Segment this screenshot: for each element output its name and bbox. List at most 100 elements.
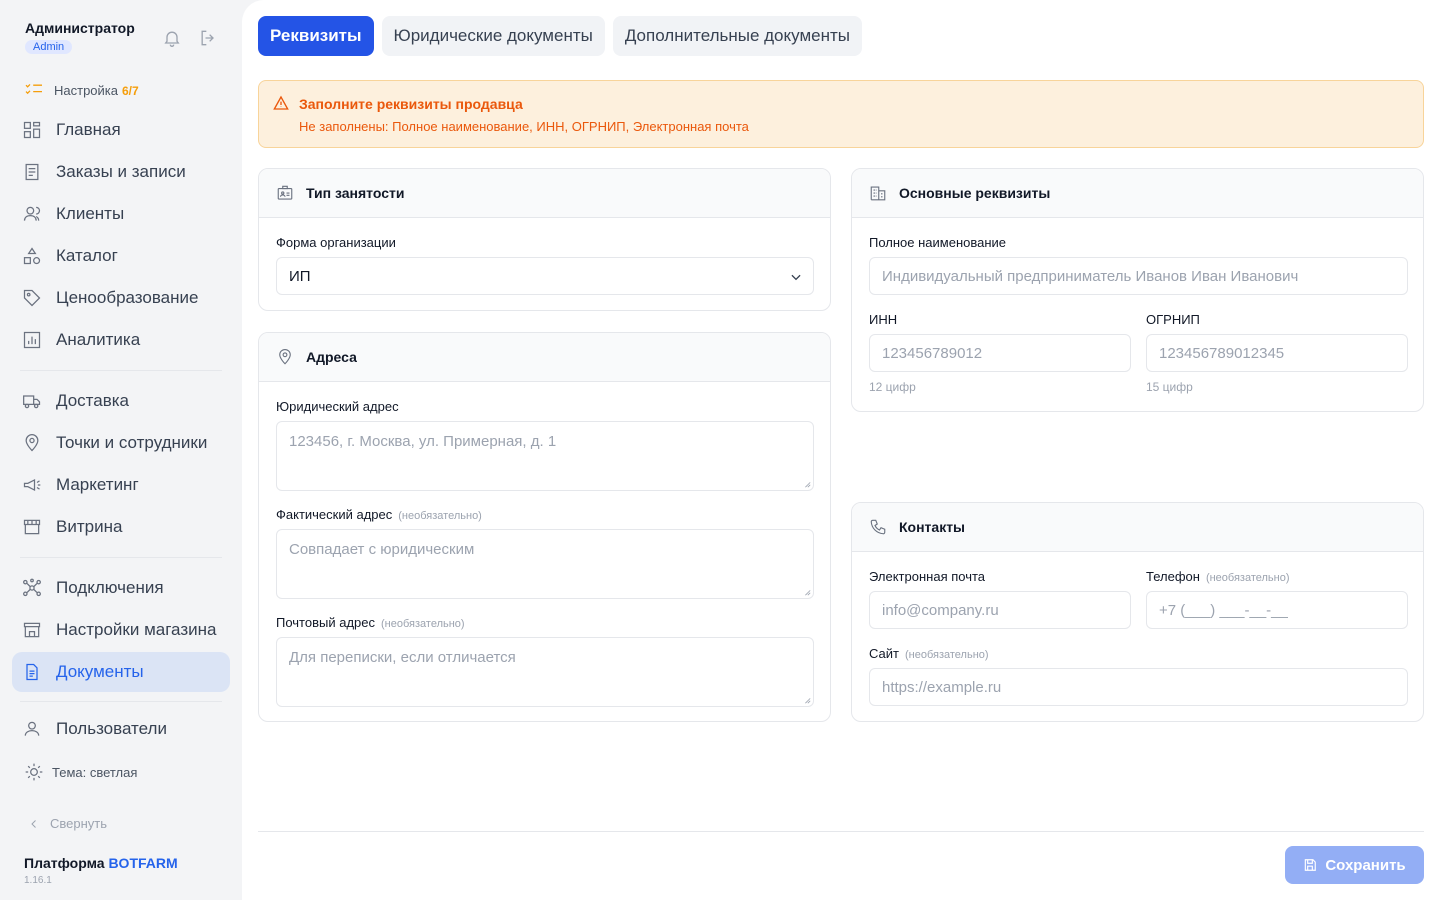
card-header: Тип занятости [259,169,830,218]
nav-label: Каталог [56,246,118,265]
actual-address-placeholder: Совпадает с юридическим [289,541,475,558]
optional-note: (необязательно) [398,510,482,522]
map-pin-icon [25,434,39,452]
site-label-text: Сайт [869,646,899,661]
postal-address-input[interactable]: Для переписки, если отличается [276,637,814,707]
phone-label-text: Телефон [1146,569,1200,584]
grid-icon [23,121,41,139]
nav-label: Клиенты [56,204,125,223]
sidebar: Администратор Admin Настройка 6/7 Главная… [0,0,242,900]
nav-label: Главная [56,120,121,139]
tab-requisites[interactable]: Реквизиты [258,16,374,56]
nav-item-documents[interactable]: Документы [12,652,230,692]
org-form-label: Форма организации [276,235,396,250]
org-form-value: ИП [289,267,311,285]
nav-item-catalog[interactable]: Каталог [12,236,230,276]
requisites-card: Основные реквизиты Полное наименование И… [851,168,1424,412]
platform-name: Платформа BOTFARM [24,855,178,871]
card-title: Адреса [306,349,357,365]
resize-handle-icon[interactable] [803,480,811,488]
nav-item-home[interactable]: Главная [12,110,230,150]
theme-label: Тема: светлая [52,764,138,780]
save-icon [1305,859,1317,871]
nav-item-pricing[interactable]: Ценообразование [12,278,230,318]
truck-icon [23,395,41,409]
nav-label: Ценообразование [56,288,199,307]
platform-version: 1.16.1 [24,875,52,886]
platform-brand: BOTFARM [108,855,178,871]
nav-label: Точки и сотрудники [56,433,208,452]
site-field[interactable]: https://example.ru [869,668,1408,706]
inn-input[interactable]: 123456789012 [869,334,1131,372]
nav-item-delivery[interactable]: Доставка [12,381,230,421]
setup-progress[interactable]: Настройка 6/7 [24,82,139,98]
logout-icon[interactable] [198,28,218,48]
nav-item-orders[interactable]: Заказы и записи [12,152,230,192]
network-icon [23,578,41,597]
inn-hint: 12 цифр [869,380,916,394]
legal-address-input[interactable]: 123456, г. Москва, ул. Примерная, д. 1 [276,421,814,491]
nav-item-store-settings[interactable]: Настройки магазина [12,610,230,650]
collapse-button[interactable]: Свернуть [28,816,107,831]
user-name: Администратор [25,20,135,36]
chart-icon [23,331,41,349]
alert-title: Заполните реквизиты продавца [299,96,523,112]
map-pin-icon [279,349,291,365]
warning-alert: Заполните реквизиты продавца Не заполнен… [258,80,1424,148]
nav-item-marketing[interactable]: Маркетинг [12,465,230,505]
theme-toggle[interactable]: Тема: светлая [24,762,137,782]
resize-handle-icon[interactable] [803,696,811,704]
building-icon [870,186,886,201]
email-label: Электронная почта [869,569,986,584]
card-title: Контакты [899,519,966,535]
email-field[interactable]: info@company.ru [869,591,1131,629]
actual-address-input[interactable]: Совпадает с юридическим [276,529,814,599]
phone-placeholder: +7 (___) ___-__-__ [1159,601,1288,619]
email-placeholder: info@company.ru [882,601,999,619]
nav-item-clients[interactable]: Клиенты [12,194,230,234]
postal-address-placeholder: Для переписки, если отличается [289,649,516,666]
nav-label: Настройки магазина [56,620,217,639]
resize-handle-icon[interactable] [803,588,811,596]
card-title: Тип занятости [306,185,405,201]
tab-additional-documents[interactable]: Дополнительные документы [612,16,862,56]
warning-icon [273,95,289,110]
receipt-icon [25,163,39,181]
phone-field[interactable]: +7 (___) ___-__-__ [1146,591,1408,629]
nav-item-locations[interactable]: Точки и сотрудники [12,423,230,463]
card-title: Основные реквизиты [899,185,1051,201]
users-icon [23,206,41,221]
fullname-label: Полное наименование [869,235,1007,250]
inn-label: ИНН [869,312,898,327]
bell-icon[interactable] [162,28,182,48]
nav-label: Документы [56,662,144,681]
nav-item-showcase[interactable]: Витрина [12,507,230,547]
save-label: Сохранить [1325,856,1406,874]
nav-label: Пользователи [56,719,167,738]
legal-address-placeholder: 123456, г. Москва, ул. Примерная, д. 1 [289,433,557,450]
card-header: Контакты [852,503,1423,552]
user-role-badge: Admin [25,40,73,54]
nav-divider [20,370,222,371]
tab-legal-documents[interactable]: Юридические документы [381,16,605,56]
nav-item-users[interactable]: Пользователи [12,709,230,749]
actual-address-label-text: Фактический адрес [276,507,393,522]
setup-count: 6/7 [122,83,139,98]
fullname-input[interactable]: Индивидуальный предприниматель Иванов Ив… [869,257,1408,295]
shapes-icon [23,247,41,265]
document-icon [26,663,38,681]
ogrnip-input[interactable]: 123456789012345 [1146,334,1408,372]
nav-label: Доставка [56,391,130,410]
nav-item-analytics[interactable]: Аналитика [12,320,230,360]
nav-item-integrations[interactable]: Подключения [12,568,230,608]
card-header: Адреса [259,333,830,382]
org-form-select[interactable]: ИП [276,257,814,295]
addresses-card: Адреса Юридический адрес 123456, г. Моск… [258,332,831,722]
checklist-icon [25,83,42,95]
nav-label: Подключения [56,578,164,597]
optional-note: (необязательно) [904,649,989,661]
save-button[interactable]: Сохранить [1285,846,1424,884]
inn-placeholder: 123456789012 [882,344,983,362]
footer-divider [258,831,1424,832]
nav-label: Аналитика [56,330,141,349]
